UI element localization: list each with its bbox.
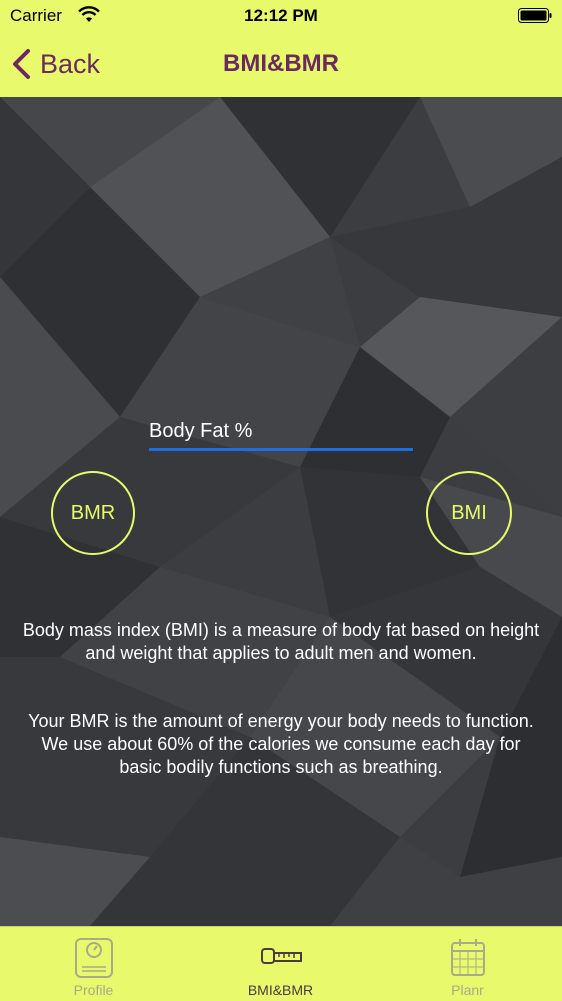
tape-measure-icon (260, 948, 302, 964)
battery-icon (518, 8, 552, 23)
scale-icon (74, 938, 113, 978)
tab-bmi-bmr-label: BMI&BMR (247, 982, 314, 998)
status-time: 12:12 PM (244, 6, 318, 25)
bmi-description: Body mass index (BMI) is a measure of bo… (22, 620, 540, 663)
tab-bar: Profile BMI&BMR Planr (0, 926, 562, 1001)
main-content: BMR BMI Body mass index (BMI) is a measu… (0, 97, 562, 926)
tab-profile[interactable]: Profile (0, 927, 187, 1001)
tab-planr-label: Planr (451, 982, 484, 998)
bmi-button[interactable]: BMI (426, 471, 512, 555)
body-fat-field[interactable] (149, 414, 413, 451)
status-bar: Carrier 12:12 PM (0, 0, 562, 32)
top-bar: Carrier 12:12 PM Back BMI&BMR (0, 0, 562, 97)
bmr-button[interactable]: BMR (51, 471, 135, 555)
body-fat-input[interactable] (149, 414, 413, 448)
navigation-bar: Back BMI&BMR (0, 32, 562, 97)
body-fat-underline (149, 448, 413, 451)
tab-profile-label: Profile (73, 982, 114, 998)
page-title: BMI&BMR (223, 50, 339, 77)
calendar-icon (450, 939, 485, 976)
tab-bmi-bmr[interactable]: BMI&BMR (187, 927, 374, 1001)
bmr-description: Your BMR is the amount of energy your bo… (28, 711, 534, 777)
tab-planr[interactable]: Planr (374, 927, 561, 1001)
